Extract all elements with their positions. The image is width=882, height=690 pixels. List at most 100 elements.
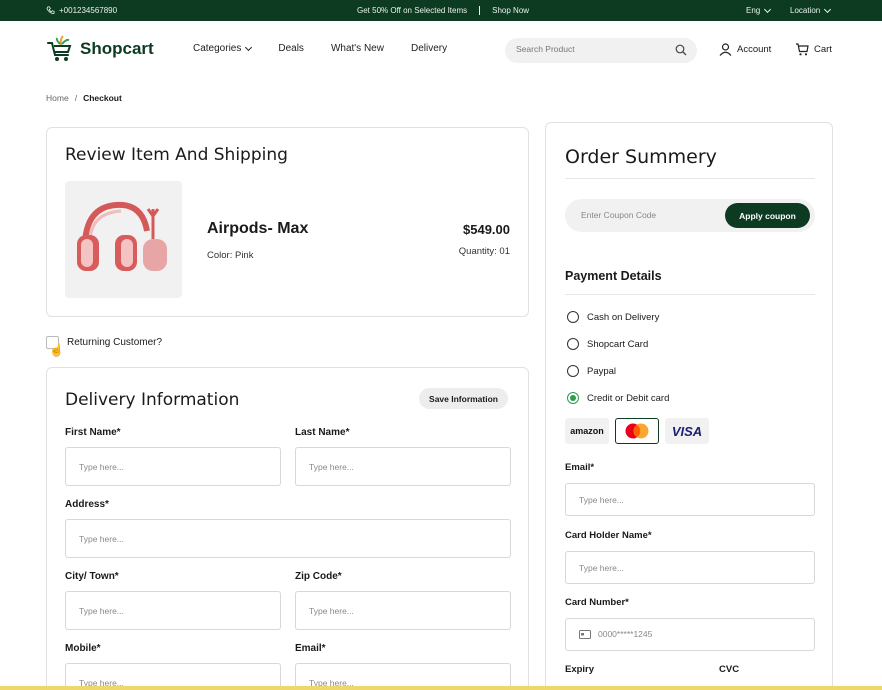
summary-email-label: Email* [565,462,595,473]
account-label: Account [737,44,772,55]
returning-customer-row: ☝ Returning Customer? [46,336,163,357]
city-label: City/ Town* [65,571,119,582]
amazon-pay-option[interactable]: amazon [565,418,609,444]
product-image [65,181,182,298]
promo-text: Get 50% Off on Selected Items [357,6,468,15]
payment-option-credit-card[interactable]: Credit or Debit card [567,392,669,404]
payment-option-label: Credit or Debit card [587,392,670,404]
chevron-down-icon [764,5,772,13]
last-name-field[interactable] [295,447,511,486]
product-name: Airpods- Max [207,220,309,237]
top-bar: +001234567890 Get 50% Off on Selected It… [0,0,882,21]
coupon-box: Apply coupon [565,199,815,232]
nav-whats-new[interactable]: What's New [331,43,384,54]
apply-coupon-button[interactable]: Apply coupon [725,203,810,228]
breadcrumb-separator: / [74,93,78,103]
mastercard-option[interactable] [615,418,659,444]
payment-option-label: Shopcart Card [587,338,649,350]
chevron-down-icon [824,5,832,13]
chevron-down-icon [245,43,253,51]
bottom-edge [0,686,882,690]
promo-divider [479,6,481,15]
payment-option-label: Paypal [587,365,617,377]
divider [565,294,815,295]
search-input[interactable] [516,44,666,54]
main-nav: Categories Deals What's New Delivery [193,43,447,54]
language-label: Eng [746,6,761,15]
breadcrumb-current: Checkout [83,93,122,103]
visa-option[interactable]: VISA [665,418,709,444]
radio-button[interactable] [567,365,579,377]
promo-banner: Get 50% Off on Selected Items Shop Now [357,6,529,15]
zip-field[interactable] [295,591,511,630]
card-number-label: Card Number* [565,597,629,608]
review-title: Review Item And Shipping [65,145,288,165]
location-select[interactable]: Location [790,5,832,15]
cart-label: Cart [814,44,832,55]
summary-email-field[interactable] [565,483,815,516]
breadcrumb: Home / Checkout [46,93,122,103]
mastercard-icon [625,423,649,439]
delivery-card: Delivery Information Save Information Fi… [46,367,529,690]
city-field[interactable] [65,591,281,630]
cart-logo-icon [47,35,72,61]
card-holder-label: Card Holder Name* [565,530,652,541]
breadcrumb-home[interactable]: Home [46,93,69,103]
radio-button[interactable] [567,338,579,350]
first-name-label: First Name* [65,427,121,438]
search-icon[interactable] [675,44,687,56]
nav-categories[interactable]: Categories [193,43,253,54]
payment-option-cod[interactable]: Cash on Delivery [567,311,659,323]
product-quantity: Quantity: 01 [458,246,510,257]
phone-icon [46,6,55,14]
language-select[interactable]: Eng [746,5,772,15]
order-summary-card: Order Summery Apply coupon Payment Detai… [545,122,833,690]
cvc-label: CVC [719,664,740,675]
amazon-logo-text: amazon [570,426,604,436]
review-card: Review Item And Shipping Airpods- Max Co… [46,127,529,317]
phone-contact[interactable]: +001234567890 [46,6,117,15]
radio-button[interactable] [567,311,579,323]
brand-name: Shopcart [80,39,154,58]
coupon-input[interactable] [581,210,711,220]
visa-logo-text: VISA [671,423,703,439]
delivery-title: Delivery Information [65,390,240,410]
location-label: Location [790,6,821,15]
payment-option-label: Cash on Delivery [587,311,660,323]
card-number-field[interactable] [598,629,778,639]
headphones-image [77,201,167,271]
mobile-label: Mobile* [65,643,101,654]
address-label: Address* [65,499,109,510]
card-holder-field[interactable] [565,551,815,584]
returning-customer-checkbox[interactable]: ☝ [46,336,64,357]
product-price: $549.00 [463,222,510,237]
nav-deals[interactable]: Deals [278,43,304,54]
search-bar [505,38,697,63]
card-number-box [565,618,815,651]
card-brand-selector: amazon VISA [565,418,709,444]
radio-button-selected[interactable] [567,392,579,404]
main-header: Shopcart Categories Deals What's New Del… [0,21,882,77]
shop-now-link[interactable]: Shop Now [492,6,529,15]
brand-logo[interactable]: Shopcart [46,35,154,63]
cart-icon [796,43,809,56]
nav-categories-label: Categories [193,43,242,54]
last-name-label: Last Name* [295,427,350,438]
email-label: Email* [295,643,326,654]
zip-label: Zip Code* [295,571,342,582]
payment-option-paypal[interactable]: Paypal [567,365,616,377]
payment-option-shopcart-card[interactable]: Shopcart Card [567,338,648,350]
expiry-label: Expiry [565,664,595,675]
divider [565,178,815,179]
pointer-cursor-icon: ☝ [49,343,64,357]
cart-button[interactable]: Cart [795,43,832,56]
returning-customer-label: Returning Customer? [67,337,163,348]
summary-title: Order Summery [565,146,717,168]
save-information-button[interactable]: Save Information [419,388,508,409]
address-field[interactable] [65,519,511,558]
payment-details-title: Payment Details [565,269,662,283]
nav-delivery[interactable]: Delivery [411,43,447,54]
account-button[interactable]: Account [719,43,771,56]
first-name-field[interactable] [65,447,281,486]
user-icon [719,43,732,56]
